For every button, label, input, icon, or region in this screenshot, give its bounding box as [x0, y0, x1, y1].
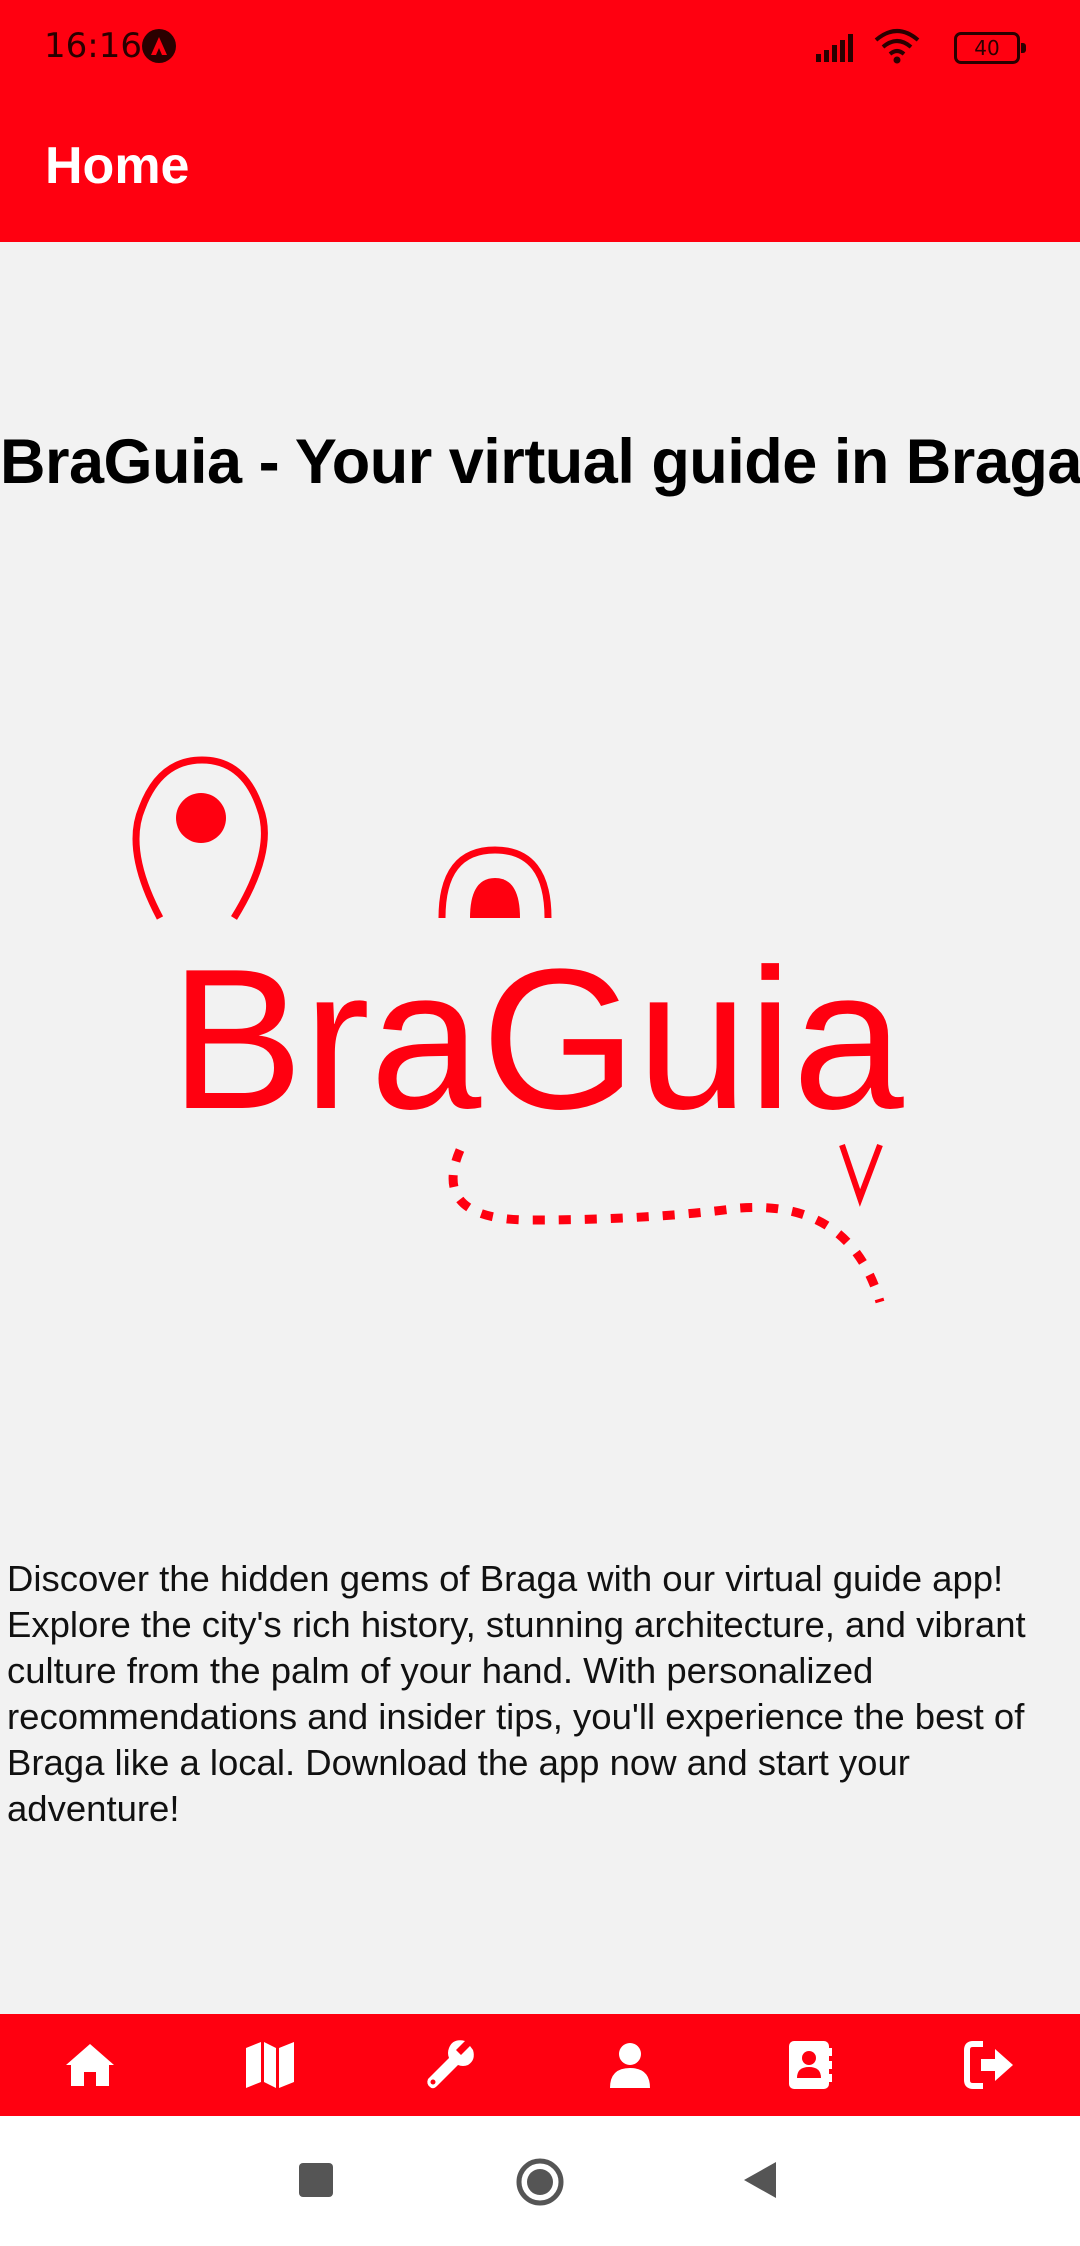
braguia-logo: BraGuia	[130, 750, 950, 1320]
contacts-icon	[789, 2041, 832, 2089]
logo-wordmark: BraGuia	[170, 928, 904, 1151]
status-bar: 16:16 40	[0, 0, 1080, 96]
system-navigation-bar	[0, 2116, 1080, 2246]
top-app-bar: 16:16 40 Home	[0, 0, 1080, 242]
main-heading: BraGuia - Your virtual guide in Braga	[0, 427, 1080, 497]
wrench-icon	[427, 2040, 474, 2089]
wifi-icon	[874, 29, 920, 64]
map-icon	[246, 2042, 294, 2088]
battery-indicator: 40	[954, 32, 1026, 64]
status-time: 16:16	[44, 26, 142, 66]
recent-apps-button[interactable]	[296, 2160, 336, 2200]
nav-tools[interactable]	[360, 2014, 540, 2116]
page-title-home: Home	[45, 137, 190, 195]
home-system-button[interactable]	[514, 2156, 566, 2208]
logout-icon	[964, 2041, 1013, 2089]
nav-logout[interactable]	[900, 2014, 1080, 2116]
nav-contacts[interactable]	[720, 2014, 900, 2116]
app-description: Discover the hidden gems of Braga with o…	[7, 1558, 1026, 1829]
signal-icon	[816, 34, 853, 62]
nav-home[interactable]	[0, 2014, 180, 2116]
home-icon	[66, 2044, 114, 2086]
notification-icon	[142, 29, 176, 63]
nav-map[interactable]	[180, 2014, 360, 2116]
nav-profile[interactable]	[540, 2014, 720, 2116]
user-icon	[610, 2043, 650, 2088]
back-button[interactable]	[742, 2160, 778, 2200]
bottom-navigation	[0, 2014, 1080, 2116]
